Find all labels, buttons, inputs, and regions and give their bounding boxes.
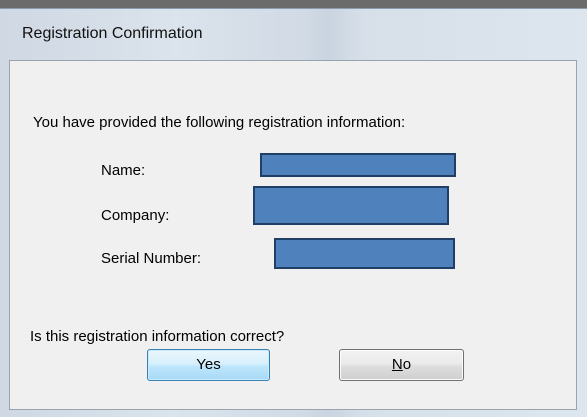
no-button-mnemonic: N	[391, 356, 403, 373]
name-label: Name:	[101, 162, 146, 179]
no-button[interactable]: No	[339, 349, 464, 381]
title-bar[interactable]: Registration Confirmation	[0, 9, 587, 59]
intro-message: You have provided the following registra…	[33, 114, 406, 131]
dialog-content: You have provided the following registra…	[9, 60, 577, 410]
no-button-label: o	[402, 356, 412, 373]
serial-number-value-redaction	[274, 238, 455, 269]
confirmation-question: Is this registration information correct…	[30, 328, 285, 345]
dialog-title: Registration Confirmation	[22, 25, 203, 42]
company-label: Company:	[101, 207, 170, 224]
name-value-redaction	[260, 153, 456, 177]
serial-number-label: Serial Number:	[101, 250, 202, 267]
company-value-redaction	[253, 186, 449, 225]
background-window-strip	[0, 0, 587, 8]
registration-dialog: Registration Confirmation You have provi…	[0, 8, 587, 417]
yes-button[interactable]: Yes	[147, 349, 270, 381]
